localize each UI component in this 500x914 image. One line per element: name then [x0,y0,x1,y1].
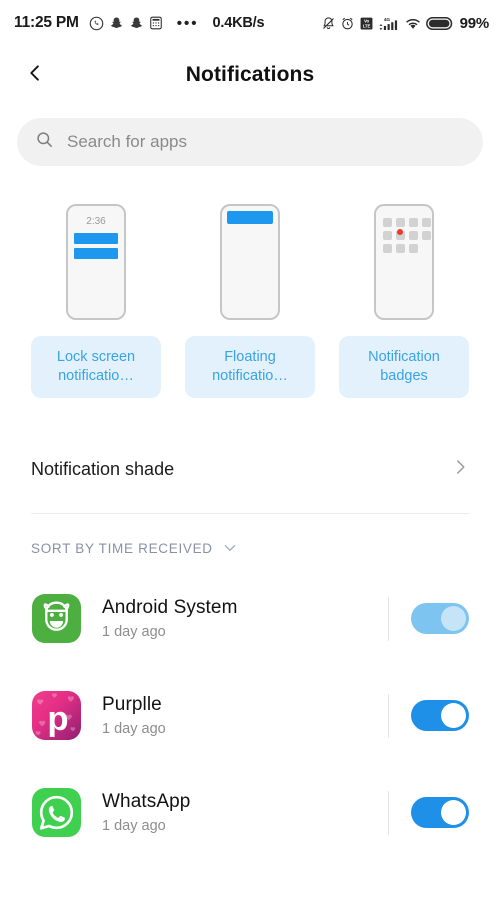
app-name: Purplle [102,694,162,715]
notification-toggle[interactable] [411,603,469,634]
card-notification-badges[interactable]: Notification badges [339,204,469,398]
purplle-icon: p [32,691,81,740]
bell-muted-icon [321,16,336,31]
app-timestamp: 1 day ago [102,818,166,834]
app-row-android-system[interactable]: Android System 1 day ago [0,570,500,667]
signal-4g-icon: 4G [378,15,400,31]
chevron-right-icon [451,458,469,481]
search-icon [35,130,54,154]
app-name: WhatsApp [102,791,191,812]
android-system-icon [32,594,81,643]
app-list: Android System 1 day ago p Purplle 1 day… [0,570,500,861]
preview-notification-bar [74,233,118,244]
floating-notification-preview-icon [220,204,280,320]
status-bar-left: 11:25 PM [14,14,163,32]
app-info: Purplle 1 day ago [102,694,388,737]
card-label[interactable]: Notification badges [339,336,469,398]
status-bar-clock: 11:25 PM [14,14,79,31]
whatsapp-icon [32,788,81,837]
app-row-whatsapp[interactable]: WhatsApp 1 day ago [0,764,500,861]
sort-label: SORT BY TIME RECEIVED [31,540,213,556]
chevron-down-icon [222,540,238,556]
app-row-purplle[interactable]: p Purplle 1 day ago [0,667,500,764]
calculator-icon [149,16,163,30]
svg-text:p: p [47,700,68,738]
notification-toggle[interactable] [411,700,469,731]
svg-text:LTE: LTE [362,23,370,28]
volte-icon: Vo LTE [359,16,374,31]
card-label[interactable]: Lock screen notificatio… [31,336,161,398]
battery-percent-label: 99% [459,14,490,32]
svg-text:4G: 4G [383,17,389,23]
network-speed-label: 0.4KB/s [212,15,265,31]
app-timestamp: 1 day ago [102,721,166,737]
status-bar-right: Vo LTE 4G 99% [321,15,489,32]
row-divider [388,790,389,835]
preview-clock-label: 2:36 [86,216,106,227]
app-info: WhatsApp 1 day ago [102,791,388,834]
status-bar: 11:25 PM ••• 0.4KB/s Vo LTE 4G 99% [0,0,500,46]
snapchat-icon [129,16,144,31]
preview-cards: 2:36 Lock screen notificatio… Floating n… [0,166,500,398]
battery-icon [425,16,454,31]
status-bar-middle: ••• 0.4KB/s [177,15,265,32]
whatsapp-icon [89,16,104,31]
app-header: Notifications [0,46,500,104]
page-title: Notifications [185,63,315,86]
lock-screen-preview-icon: 2:36 [66,204,126,320]
overflow-dots-icon: ••• [176,14,199,32]
svg-text:Vo: Vo [364,18,369,23]
snapchat-icon [109,16,124,31]
wifi-icon [404,16,422,31]
search-input[interactable] [67,132,465,152]
back-button[interactable] [18,58,52,92]
preview-floating-bar [227,211,273,224]
notification-badges-preview-icon [374,204,434,320]
badge-dot-icon [397,229,403,235]
sort-selector[interactable]: SORT BY TIME RECEIVED [0,514,500,556]
notification-toggle[interactable] [411,797,469,828]
notification-shade-label: Notification shade [31,458,175,479]
alarm-icon [340,16,355,31]
app-timestamp: 1 day ago [102,624,166,640]
chevron-left-icon [25,63,45,88]
notification-shade-row[interactable]: Notification shade [0,442,500,496]
app-info: Android System 1 day ago [102,597,388,640]
row-divider [388,596,389,641]
card-floating-notifications[interactable]: Floating notificatio… [185,204,315,398]
row-divider [388,693,389,738]
card-lock-screen-notifications[interactable]: 2:36 Lock screen notificatio… [31,204,161,398]
preview-notification-bar [74,248,118,259]
card-label[interactable]: Floating notificatio… [185,336,315,398]
app-name: Android System [102,597,238,618]
search-bar[interactable] [17,118,483,166]
search-section [0,104,500,166]
